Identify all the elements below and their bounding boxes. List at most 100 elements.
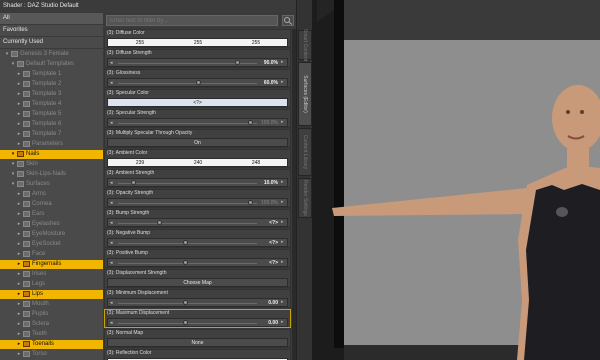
- slider-decrement-icon[interactable]: ◂: [110, 239, 113, 247]
- tree-node-28[interactable]: ▸ Teeth: [0, 330, 103, 339]
- slider-decrement-icon[interactable]: ◂: [110, 179, 113, 187]
- tree-node-14[interactable]: ▸ Arms: [0, 190, 103, 199]
- slider-field[interactable]: ◂ 0.00 ▸: [107, 298, 288, 307]
- tree-node-10[interactable]: ▾ Nails: [0, 150, 103, 159]
- slider-track[interactable]: [118, 183, 257, 184]
- expand-arrow-icon[interactable]: ▸: [16, 280, 22, 289]
- slider-field[interactable]: ◂ <?> ▸: [107, 238, 288, 247]
- slider-value[interactable]: 0.00: [268, 319, 278, 327]
- expand-arrow-icon[interactable]: ▾: [10, 150, 16, 159]
- slider-increment-icon[interactable]: ▸: [281, 300, 286, 305]
- slider-field[interactable]: ◂ <?> ▸: [107, 258, 288, 267]
- expand-arrow-icon[interactable]: ▸: [16, 200, 22, 209]
- property-button[interactable]: Choose Map: [107, 278, 288, 287]
- slider-knob[interactable]: [183, 240, 188, 245]
- tree-node-7[interactable]: ▸ Template 6: [0, 120, 103, 129]
- tab-1[interactable]: Surfaces (Editor): [298, 62, 312, 126]
- tree-node-26[interactable]: ▸ Pupils: [0, 310, 103, 319]
- slider-increment-icon[interactable]: ▸: [281, 80, 286, 85]
- expand-arrow-icon[interactable]: ▾: [10, 160, 16, 169]
- slider-knob[interactable]: [183, 300, 188, 305]
- expand-arrow-icon[interactable]: ▸: [16, 270, 22, 279]
- slider-track[interactable]: [118, 123, 257, 124]
- tree-node-1[interactable]: ▾ Default Templates: [0, 60, 103, 69]
- slider-knob[interactable]: [157, 220, 162, 225]
- color-g-value[interactable]: 255: [178, 39, 218, 47]
- expand-arrow-icon[interactable]: ▸: [16, 260, 22, 269]
- expand-arrow-icon[interactable]: ▸: [16, 310, 22, 319]
- property-button[interactable]: On: [107, 138, 288, 147]
- tree-node-23[interactable]: ▸ Legs: [0, 280, 103, 289]
- expand-arrow-icon[interactable]: ▸: [16, 100, 22, 109]
- expand-arrow-icon[interactable]: ▸: [16, 190, 22, 199]
- slider-knob[interactable]: [248, 200, 253, 205]
- tree-node-22[interactable]: ▸ Irises: [0, 270, 103, 279]
- category-currently-used[interactable]: Currently Used: [0, 37, 103, 49]
- tree-node-30[interactable]: ▸ Torso: [0, 350, 103, 359]
- slider-decrement-icon[interactable]: ◂: [110, 259, 113, 267]
- slider-track[interactable]: [118, 83, 257, 84]
- expand-arrow-icon[interactable]: ▸: [16, 240, 22, 249]
- tree-node-19[interactable]: ▸ EyeSocket: [0, 240, 103, 249]
- slider-field[interactable]: ◂ 100.0% ▸: [107, 118, 288, 127]
- slider-value[interactable]: 100.0%: [261, 199, 278, 207]
- slider-increment-icon[interactable]: ▸: [281, 200, 286, 205]
- filter-input[interactable]: [106, 15, 278, 26]
- slider-value[interactable]: 60.0%: [264, 79, 278, 87]
- tree-node-27[interactable]: ▸ Sclera: [0, 320, 103, 329]
- expand-arrow-icon[interactable]: ▾: [10, 60, 16, 69]
- tree-node-9[interactable]: ▸ Parameters: [0, 140, 103, 149]
- expand-arrow-icon[interactable]: ▸: [16, 350, 22, 359]
- slider-field[interactable]: ◂ 100.0% ▸: [107, 198, 288, 207]
- slider-increment-icon[interactable]: ▸: [281, 60, 286, 65]
- slider-field[interactable]: ◂ 60.0% ▸: [107, 78, 288, 87]
- slider-value[interactable]: 100.0%: [261, 119, 278, 127]
- category-all[interactable]: All: [0, 13, 103, 25]
- tree-node-18[interactable]: ▸ EyeMoisture: [0, 230, 103, 239]
- expand-arrow-icon[interactable]: ▸: [16, 290, 22, 299]
- expand-arrow-icon[interactable]: ▸: [16, 90, 22, 99]
- expand-arrow-icon[interactable]: ▾: [4, 50, 10, 59]
- tree-node-15[interactable]: ▸ Cornea: [0, 200, 103, 209]
- tree-node-8[interactable]: ▸ Template 7: [0, 130, 103, 139]
- expand-arrow-icon[interactable]: ▸: [16, 130, 22, 139]
- expand-arrow-icon[interactable]: ▸: [16, 340, 22, 349]
- slider-decrement-icon[interactable]: ◂: [110, 79, 113, 87]
- color-field[interactable]: 239 240 248: [107, 158, 288, 167]
- slider-value[interactable]: 90.0%: [264, 59, 278, 67]
- color-b-value[interactable]: 255: [236, 39, 276, 47]
- slider-track[interactable]: [118, 223, 257, 224]
- tree-node-5[interactable]: ▸ Template 4: [0, 100, 103, 109]
- property-button[interactable]: <?>: [107, 98, 288, 107]
- expand-arrow-icon[interactable]: ▸: [16, 140, 22, 149]
- tree-node-24[interactable]: ▸ Lips: [0, 290, 103, 299]
- slider-decrement-icon[interactable]: ◂: [110, 319, 113, 327]
- viewport[interactable]: [312, 0, 600, 360]
- slider-value[interactable]: 0.00: [268, 299, 278, 307]
- slider-knob[interactable]: [196, 80, 201, 85]
- expand-arrow-icon[interactable]: ▸: [16, 80, 22, 89]
- tree-node-3[interactable]: ▸ Template 2: [0, 80, 103, 89]
- expand-arrow-icon[interactable]: ▸: [16, 120, 22, 129]
- color-r-value[interactable]: 239: [120, 159, 160, 167]
- color-g-value[interactable]: 240: [178, 159, 218, 167]
- expand-arrow-icon[interactable]: ▸: [16, 300, 22, 309]
- tree-node-2[interactable]: ▸ Template 1: [0, 70, 103, 79]
- tree-node-11[interactable]: ▾ Skin: [0, 160, 103, 169]
- slider-decrement-icon[interactable]: ◂: [110, 299, 113, 307]
- expand-arrow-icon[interactable]: ▸: [16, 250, 22, 259]
- slider-value[interactable]: <?>: [269, 259, 278, 267]
- expand-arrow-icon[interactable]: ▸: [16, 230, 22, 239]
- tree-node-6[interactable]: ▸ Template 5: [0, 110, 103, 119]
- tree-node-12[interactable]: ▾ Skin-Lips-Nails: [0, 170, 103, 179]
- slider-value[interactable]: 10.0%: [264, 179, 278, 187]
- slider-decrement-icon[interactable]: ◂: [110, 59, 113, 67]
- tree-node-4[interactable]: ▸ Template 3: [0, 90, 103, 99]
- expand-arrow-icon[interactable]: ▸: [16, 70, 22, 79]
- slider-field[interactable]: ◂ 10.0% ▸: [107, 178, 288, 187]
- color-r-value[interactable]: 255: [120, 39, 160, 47]
- tab-0[interactable]: Smart Content: [298, 29, 312, 61]
- color-field[interactable]: 255 255 255: [107, 38, 288, 47]
- slider-field[interactable]: ◂ 0.00 ▸: [107, 318, 288, 327]
- slider-decrement-icon[interactable]: ◂: [110, 119, 113, 127]
